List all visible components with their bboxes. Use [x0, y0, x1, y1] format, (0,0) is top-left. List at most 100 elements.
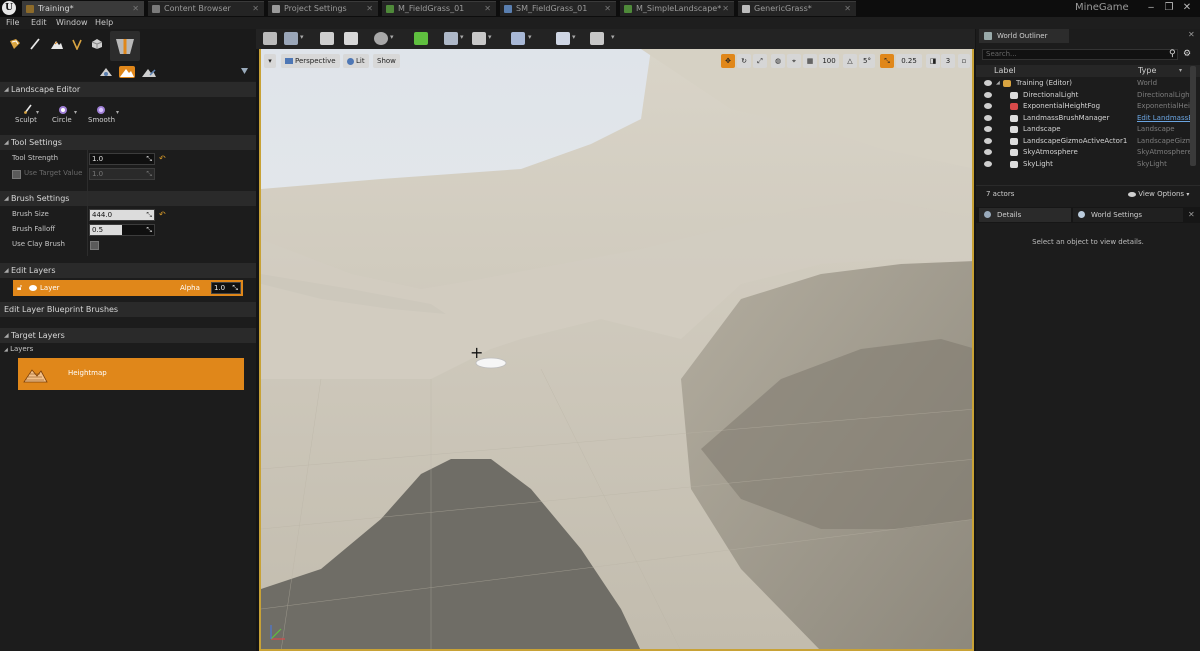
maximize-icon[interactable]: ❐	[1160, 0, 1178, 16]
scale-snap-value[interactable]: 0.25	[896, 54, 922, 68]
place-mode-button[interactable]	[6, 33, 24, 57]
sculpt-tool-dropdown[interactable]: Sculpt ▾	[14, 103, 44, 127]
close-window-icon[interactable]: ✕	[1178, 0, 1196, 16]
editor-tab[interactable]: GenericGrass* ✕	[738, 1, 856, 16]
settings-icon[interactable]	[374, 32, 388, 45]
save-current-icon[interactable]	[263, 32, 277, 45]
camera-speed-value[interactable]: 3	[941, 54, 955, 68]
editor-tab[interactable]: M_FieldGrass_01 ✕	[382, 1, 496, 16]
editor-tab[interactable]: Project Settings ✕	[268, 1, 378, 16]
visibility-eye-icon[interactable]	[984, 80, 992, 86]
close-tab-icon[interactable]: ✕	[366, 2, 373, 16]
menu-help[interactable]: Help	[95, 17, 113, 29]
visibility-eye-icon[interactable]	[29, 285, 37, 291]
menu-edit[interactable]: Edit	[31, 17, 47, 29]
level-viewport[interactable]: + ▾ Perspective Lit Show ✥ ↻ ⤢ ◍ ⌖ ▦ 100…	[259, 49, 974, 651]
outliner-row[interactable]: SkyAtmosphere SkyAtmosphere	[976, 147, 1196, 158]
reset-to-default-icon[interactable]: ↶	[159, 210, 166, 219]
view-options-button[interactable]: View Options ▾	[1128, 186, 1189, 203]
chevron-down-icon[interactable]: ▾	[300, 33, 304, 41]
chevron-down-icon[interactable]: ▾	[611, 33, 615, 41]
outliner-row[interactable]: ◢ Training (Editor) World	[976, 78, 1196, 89]
rotation-snap-value[interactable]: 5°	[859, 54, 875, 68]
chevron-down-icon[interactable]: ▾	[390, 33, 394, 41]
editor-tab[interactable]: SM_FieldGrass_01 ✕	[500, 1, 616, 16]
translate-mode-icon[interactable]: ✥	[721, 54, 735, 68]
heightmap-layer-row[interactable]: Heightmap	[18, 358, 244, 390]
play-icon[interactable]	[556, 32, 570, 45]
lock-icon[interactable]: 🔓︎	[17, 280, 22, 296]
lit-button[interactable]: Lit	[343, 54, 369, 68]
mesh-paint-mode-button[interactable]	[110, 31, 140, 61]
edit-layer-blueprint-brushes-header[interactable]: Edit Layer Blueprint Brushes	[0, 302, 256, 317]
sculpt-tool-button[interactable]	[119, 66, 135, 78]
reset-to-default-icon[interactable]: ↶	[159, 154, 166, 163]
paint-mode-button[interactable]	[26, 33, 44, 57]
outliner-row[interactable]: DirectionalLight DirectionalLight	[976, 90, 1196, 101]
rotation-snap-icon[interactable]: △	[843, 54, 857, 68]
visibility-eye-icon[interactable]	[984, 91, 992, 98]
close-tab-icon[interactable]: ✕	[252, 2, 259, 16]
alpha-input[interactable]: 1.0 ⤡	[211, 282, 241, 294]
menu-window[interactable]: Window	[56, 17, 88, 29]
outliner-scrollbar[interactable]	[1190, 66, 1196, 166]
chevron-down-icon[interactable]: ▾	[572, 33, 576, 41]
visibility-eye-icon[interactable]	[984, 149, 992, 155]
show-button[interactable]: Show	[373, 54, 400, 68]
close-tab-icon[interactable]: ✕	[604, 2, 611, 16]
outliner-search-input[interactable]: Search...	[982, 49, 1178, 60]
expand-caret-icon[interactable]: ◢	[996, 78, 1000, 89]
outliner-row[interactable]: Landscape Landscape	[976, 124, 1196, 135]
visibility-eye-icon[interactable]	[984, 103, 992, 109]
world-space-icon[interactable]: ◍	[771, 54, 785, 68]
chevron-down-icon[interactable]: ▾	[488, 33, 492, 41]
close-tab-icon[interactable]: ✕	[1188, 30, 1195, 39]
close-tab-icon[interactable]: ✕	[484, 2, 491, 16]
brush-falloff-input[interactable]: 0.5 ⤡	[89, 224, 155, 236]
camera-speed-icon[interactable]: ◨	[926, 54, 940, 68]
content-icon[interactable]	[320, 32, 334, 45]
world-outliner-tab[interactable]: World Outliner	[979, 29, 1069, 43]
surface-snapping-icon[interactable]: ⌖	[787, 54, 801, 68]
editor-tab[interactable]: Training* ✕	[22, 1, 144, 16]
edit-layer-row[interactable]: 🔓︎ Layer Alpha 1.0 ⤡	[13, 280, 243, 296]
target-layers-header[interactable]: ◢ Target Layers	[0, 328, 256, 343]
scale-mode-icon[interactable]: ⤢	[753, 54, 767, 68]
outliner-row[interactable]: SkyLight SkyLight	[976, 159, 1196, 170]
foliage-mode-button[interactable]	[68, 33, 86, 57]
marketplace-icon[interactable]	[344, 32, 358, 45]
world-settings-tab[interactable]: World Settings	[1073, 208, 1183, 222]
chevron-down-icon[interactable]: ▾	[1179, 65, 1182, 77]
brush-settings-header[interactable]: ◢ Brush Settings	[0, 191, 256, 206]
chevron-down-icon[interactable]: ▾	[528, 33, 532, 41]
build-icon[interactable]	[472, 32, 486, 45]
label-column-header[interactable]: Label	[994, 65, 1016, 77]
edit-blueprint-link[interactable]: Edit LandmassB	[1137, 113, 1195, 124]
visibility-eye-icon[interactable]	[984, 160, 992, 167]
settings-gear-icon[interactable]: ⚙	[1183, 49, 1191, 59]
close-tab-icon[interactable]: ✕	[722, 2, 729, 16]
type-column-header[interactable]: Type	[1138, 65, 1156, 77]
perspective-button[interactable]: Perspective	[281, 54, 340, 68]
paint-tool-button[interactable]	[141, 66, 157, 78]
chevron-down-icon[interactable]: ▾	[460, 33, 464, 41]
use-target-value-checkbox[interactable]	[12, 170, 21, 179]
circle-brush-dropdown[interactable]: Circle ▾	[52, 103, 82, 127]
edit-layers-header[interactable]: ◢ Edit Layers	[0, 263, 256, 278]
maximize-viewport-icon[interactable]: ▫	[958, 54, 970, 68]
outliner-row[interactable]: LandscapeGizmoActiveActor1 LandscapeGizmo	[976, 136, 1196, 147]
close-tab-icon[interactable]: ✕	[132, 2, 139, 16]
landscape-editor-header[interactable]: ◢ Landscape Editor	[0, 82, 256, 97]
outliner-row[interactable]: LandmassBrushManager Edit LandmassB	[976, 113, 1196, 124]
close-tab-icon[interactable]: ✕	[1188, 210, 1195, 219]
tool-strength-input[interactable]: 1.0 ⤡	[89, 153, 155, 165]
source-control-icon[interactable]	[284, 32, 298, 45]
rotate-mode-icon[interactable]: ↻	[737, 54, 751, 68]
details-tab[interactable]: Details	[979, 208, 1071, 222]
compile-icon[interactable]	[511, 32, 525, 45]
close-tab-icon[interactable]: ✕	[844, 2, 851, 16]
outliner-row[interactable]: ExponentialHeightFog ExponentialHeightFog	[976, 101, 1196, 112]
blueprints-icon[interactable]	[414, 32, 428, 45]
use-clay-brush-checkbox[interactable]	[90, 241, 99, 250]
column-splitter[interactable]	[87, 150, 88, 256]
